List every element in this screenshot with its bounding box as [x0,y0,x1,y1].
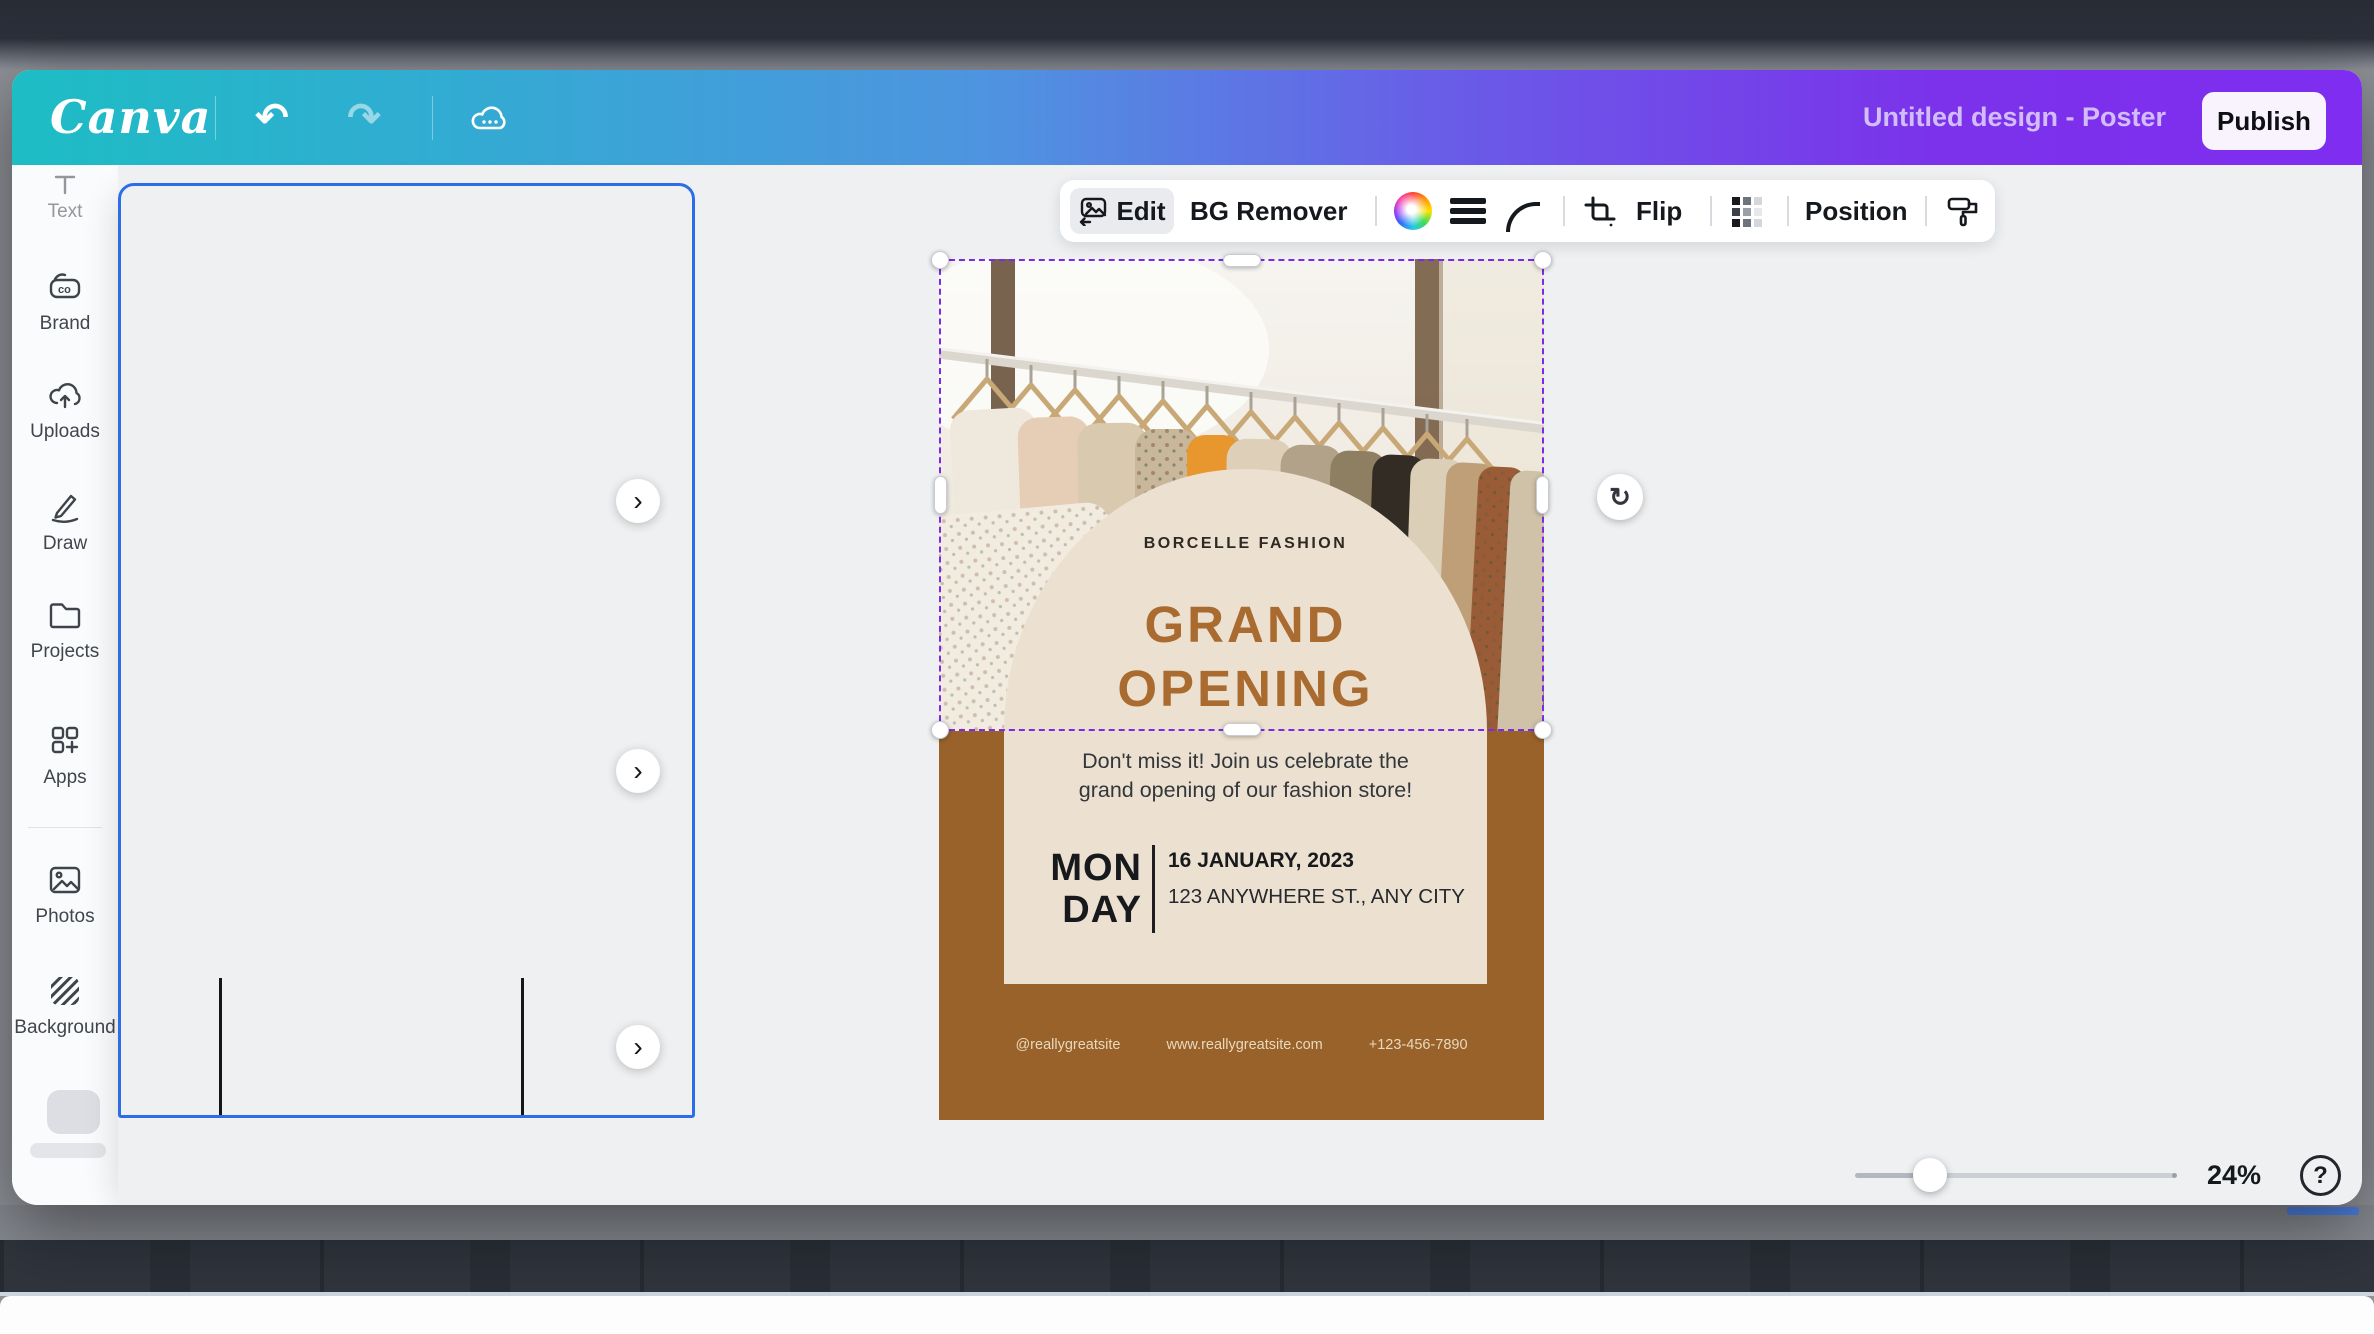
edit-label: Edit [1116,196,1165,227]
topbar-divider [215,96,216,140]
poster-body-line1: Don't miss it! Join us celebrate the [1004,749,1487,774]
desktop-dark-strip [0,1240,2374,1292]
sidebar-item-label: Apps [12,767,118,789]
redo-icon[interactable]: ↷ [334,88,394,148]
document-title[interactable]: Untitled design - Poster [1863,102,2166,133]
sidebar-item-apps[interactable]: Apps [12,721,118,789]
sidebar-item-label: Photos [12,906,118,928]
zoom-slider-end-dot [2172,1173,2177,1178]
sidebar-item-draw[interactable]: Draw [12,487,118,555]
toolbar-divider [1710,196,1712,226]
desktop-top-strip [0,0,2374,70]
sidebar-divider [28,827,102,828]
cloud-save-icon[interactable] [460,88,520,148]
help-button[interactable]: ? [2300,1155,2341,1196]
poster-footer-handle: @reallygreatsite [1015,1037,1120,1053]
sidebar-item-brand[interactable]: co Brand [12,267,118,335]
resize-handle-bottom-right[interactable] [1534,721,1552,739]
canva-app-window: Canva ↶ ↷ Untitled design - Poster Publi… [12,70,2362,1205]
poster-footer-phone: +123-456-7890 [1369,1037,1468,1053]
divider-line [219,978,222,1116]
publish-button[interactable]: Publish [2202,92,2326,150]
desktop-gray-strip [0,1205,2374,1240]
poster-title-line1: GRAND [1004,595,1487,654]
background-window-fragment [2287,1207,2359,1215]
poster-title-line2: OPENING [1004,659,1487,718]
sidebar-item-label: Projects [12,641,118,663]
resize-handle-top-right[interactable] [1534,251,1552,269]
top-bar: Canva ↶ ↷ Untitled design - Poster Publi… [12,70,2362,165]
color-wheel-icon[interactable] [1394,192,1432,230]
sidebar-item-label: Brand [12,313,118,335]
canva-logo[interactable]: Canva [50,90,211,144]
sidebar-item-label: Text [12,201,118,223]
edit-image-button[interactable]: Edit [1070,188,1174,234]
resize-handle-top[interactable] [1223,254,1261,267]
flip-button[interactable]: Flip [1636,196,1682,227]
sidebar-item-text[interactable]: Text [12,173,118,223]
bg-remover-button[interactable]: BG Remover [1190,196,1348,227]
sidebar-item-background[interactable]: Background [12,971,118,1039]
zoom-slider-thumb[interactable] [1913,1158,1947,1192]
toolbar-divider [1925,196,1927,226]
context-toolbar: Edit BG Remover Flip [1060,180,1995,242]
adjust-lines-icon[interactable] [1450,196,1486,226]
sidebar-item-label: Draw [12,533,118,555]
resize-handle-bottom-left[interactable] [931,721,949,739]
topbar-divider [432,96,433,140]
sidebar-placeholder-pill [30,1143,106,1158]
sidebar-item-label: Uploads [12,421,118,443]
sidebar: Text co Brand Uploads Draw [12,165,118,1205]
zoom-percentage[interactable]: 24% [2202,1160,2266,1191]
position-button[interactable]: Position [1805,196,1908,227]
transparency-icon[interactable] [1727,192,1767,232]
sidebar-item-projects[interactable]: Projects [12,595,118,663]
carousel-next-button[interactable]: › [616,1025,660,1069]
undo-icon[interactable]: ↶ [242,88,302,148]
zoom-slider-track[interactable] [1855,1173,2175,1178]
resize-handle-top-left[interactable] [931,251,949,269]
poster-design[interactable]: BORCELLE FASHION GRAND OPENING Don't mis… [939,259,1544,1120]
poster-brand-text: BORCELLE FASHION [1004,535,1487,553]
resize-handle-right[interactable] [1536,476,1549,514]
toolbar-divider [1375,196,1377,226]
poster-day-text: MONDAY [1034,847,1142,931]
sidebar-item-label: Background [12,1017,118,1039]
sidebar-placeholder-tile [47,1090,100,1134]
poster-address-text: 123 ANYWHERE ST., ANY CITY [1168,885,1465,909]
svg-text:co: co [58,284,71,296]
paint-roller-icon[interactable] [1943,192,1983,232]
resize-handle-left[interactable] [934,476,947,514]
poster-divider-line [1152,845,1155,933]
poster-footer: @reallygreatsite www.reallygreatsite.com… [939,1037,1544,1053]
crop-icon[interactable] [1580,192,1620,232]
poster-body-line2: grand opening of our fashion store! [1004,778,1487,803]
poster-date-text: 16 JANUARY, 2023 [1168,849,1354,873]
toolbar-divider [1563,196,1565,226]
desktop: Canva ↶ ↷ Untitled design - Poster Publi… [0,0,2374,1334]
poster-footer-website: www.reallygreatsite.com [1166,1037,1322,1053]
curve-icon[interactable] [1506,198,1540,226]
divider-line [521,978,524,1116]
toolbar-divider [1787,196,1789,226]
carousel-next-button[interactable]: › [616,479,660,523]
sidebar-item-photos[interactable]: Photos [12,860,118,928]
carousel-next-button[interactable]: › [616,749,660,793]
desktop-bottom-strip [0,1296,2374,1334]
rotate-handle[interactable]: ↻ [1597,474,1643,520]
resize-handle-bottom[interactable] [1223,723,1261,736]
sidebar-item-uploads[interactable]: Uploads [12,375,118,443]
